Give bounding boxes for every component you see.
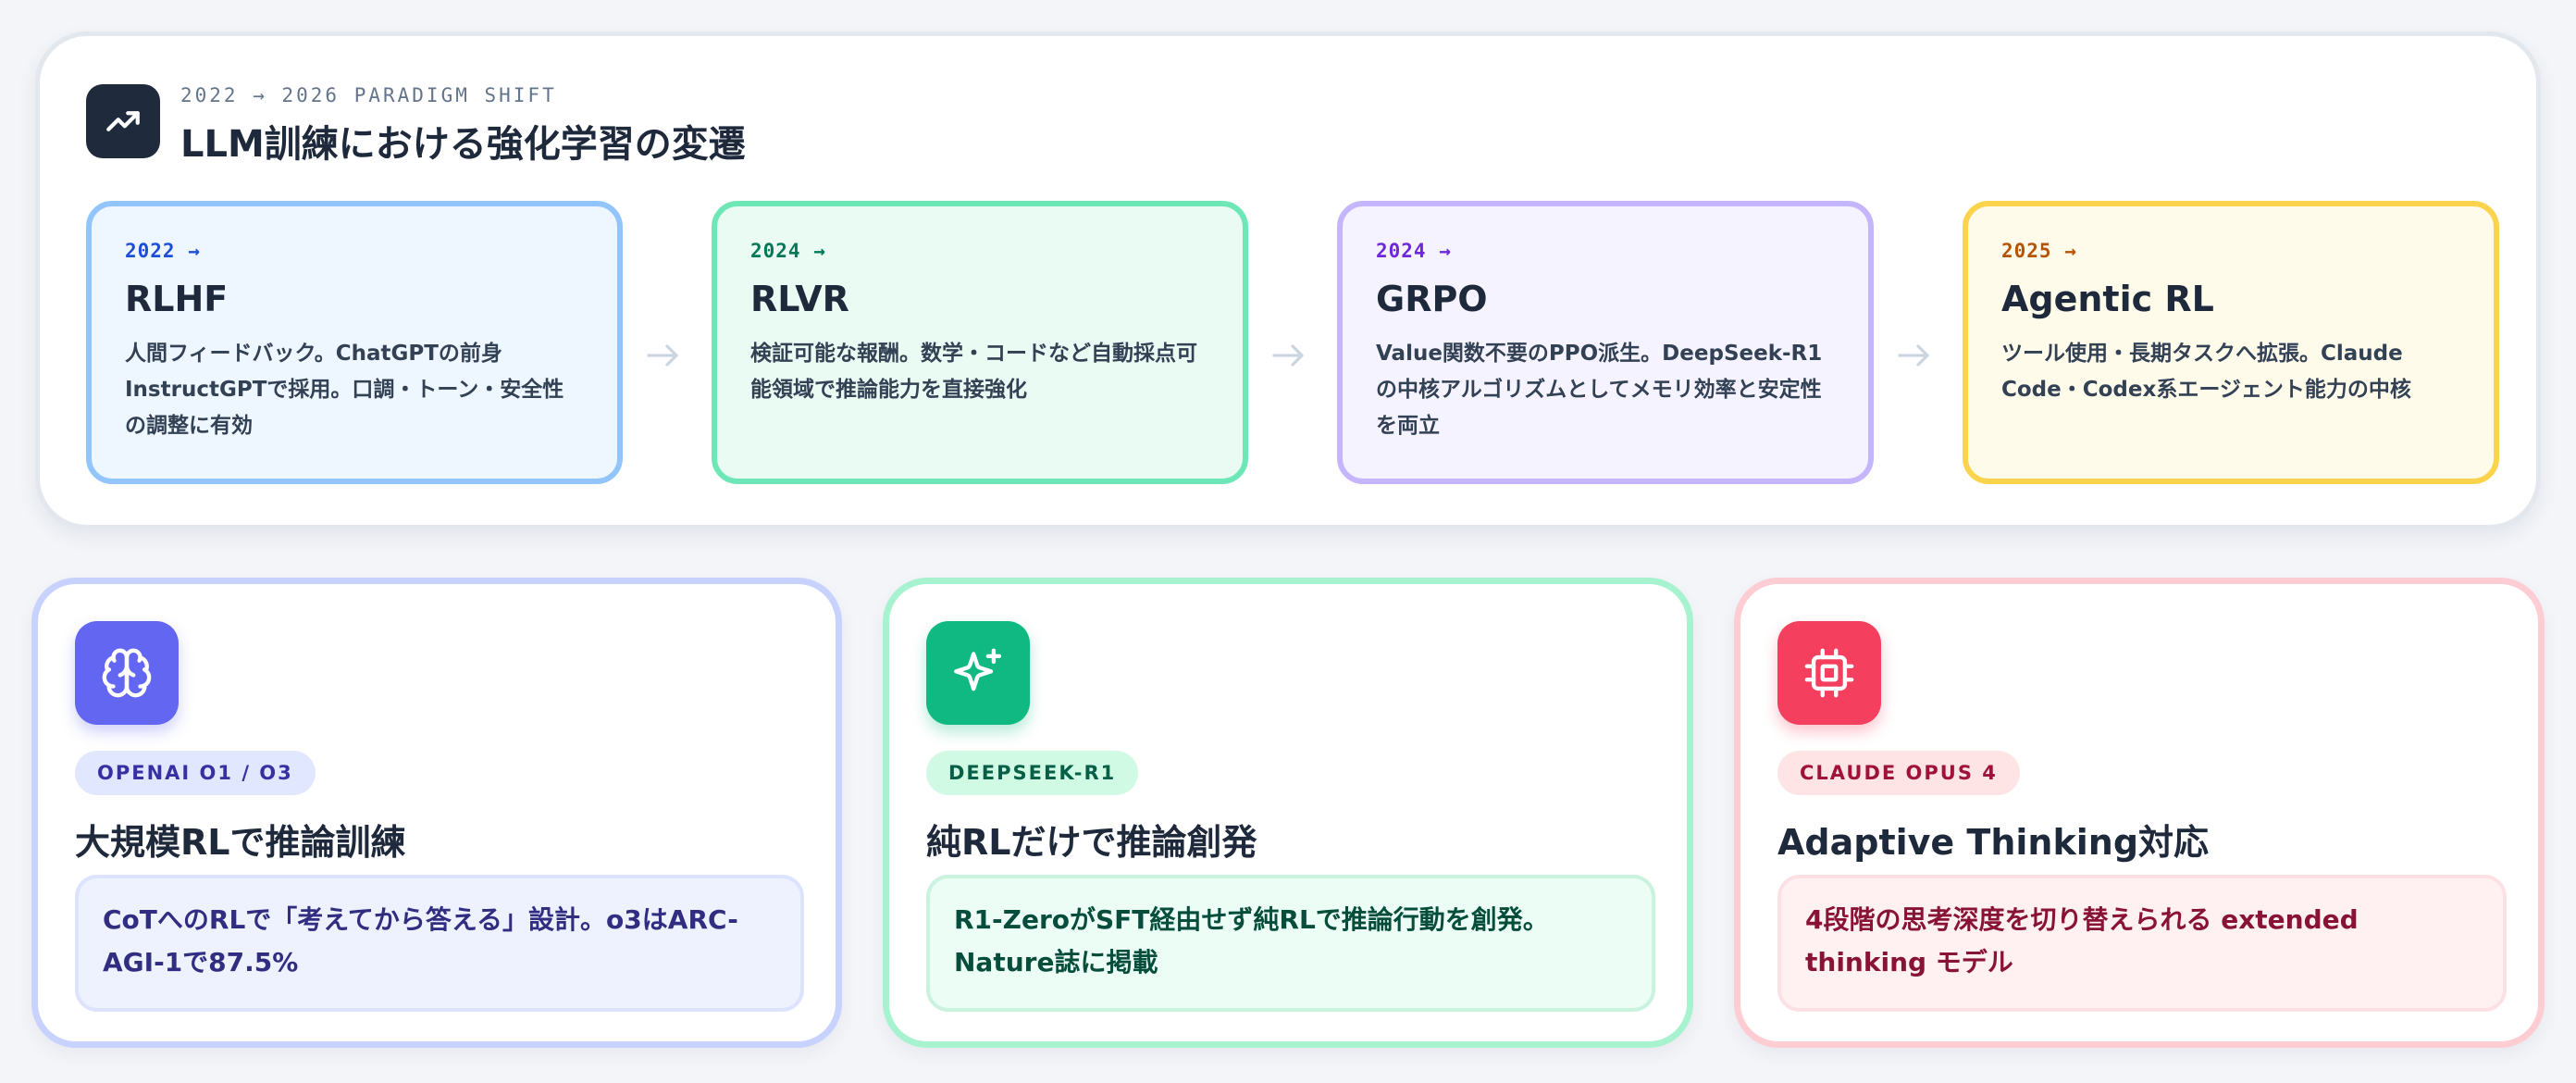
arrow-right-icon [1272,344,1304,367]
card-title: 純RLだけで推論創発 [926,822,1257,863]
model-badge: OPENAI O1 / O3 [75,751,316,795]
sparkles-icon [926,621,1030,725]
stage-name: Agentic RL [2001,279,2214,319]
brain-icon [75,621,179,725]
header-kicker: 2022 → 2026 PARADIGM SHIFT [180,84,557,106]
model-badge: DEEPSEEK-R1 [926,751,1139,795]
stage-year: 2024 → [1376,240,1452,262]
card-claude-opus-4: CLAUDE OPUS 4 Adaptive Thinking対応 4段階の思考… [1734,578,2545,1048]
model-badge: CLAUDE OPUS 4 [1777,751,2020,795]
card-body: R1-ZeroがSFT経由せず純RLで推論行動を創発。Nature誌に掲載 [926,875,1655,1012]
card-openai-o1-o3: OPENAI O1 / O3 大規模RLで推論訓練 CoTへのRLで「考えてから… [31,578,842,1048]
stage-description: ツール使用・長期タスクへ拡張。Claude Code・Codex系エージェント能… [2001,342,2411,402]
trending-up-icon [86,84,160,158]
stage-name: RLHF [125,279,229,319]
page-title: LLM訓練における強化学習の変遷 [180,123,746,166]
stage-card-grpo: 2024 → GRPO Value関数不要のPPO派生。DeepSeek-R1の… [1337,201,1874,484]
cpu-icon [1777,621,1881,725]
stage-name: GRPO [1376,279,1488,319]
card-title: Adaptive Thinking対応 [1777,822,2210,863]
stage-year: 2025 → [2001,240,2077,262]
card-deepseek-r1: DEEPSEEK-R1 純RLだけで推論創発 R1-ZeroがSFT経由せず純R… [883,578,1693,1048]
card-title: 大規模RLで推論訓練 [75,822,406,863]
arrow-right-icon [1898,344,1929,367]
stage-year: 2022 → [125,240,201,262]
stage-card-rlhf: 2022 → RLHF 人間フィードバック。ChatGPTの前身Instruct… [86,201,623,484]
stage-card-agentic-rl: 2025 → Agentic RL ツール使用・長期タスクへ拡張。Claude … [1963,201,2499,484]
stage-description: Value関数不要のPPO派生。DeepSeek-R1の中核アルゴリズムとしてメ… [1376,342,1823,438]
stage-year: 2024 → [750,240,826,262]
arrow-right-icon [647,344,678,367]
card-body: 4段階の思考深度を切り替えられる extended thinking モデル [1777,875,2507,1012]
stage-description: 人間フィードバック。ChatGPTの前身InstructGPTで採用。口調・トー… [125,342,564,438]
stage-name: RLVR [750,279,849,319]
card-body: CoTへのRLで「考えてから答える」設計。o3はARC-AGI-1で87.5% [75,875,804,1012]
paradigm-timeline-panel: 2022 → 2026 PARADIGM SHIFT LLM訓練における強化学習… [35,31,2541,529]
stage-card-rlvr: 2024 → RLVR 検証可能な報酬。数学・コードなど自動採点可能領域で推論能… [712,201,1248,484]
stage-description: 検証可能な報酬。数学・コードなど自動採点可能領域で推論能力を直接強化 [750,342,1197,402]
